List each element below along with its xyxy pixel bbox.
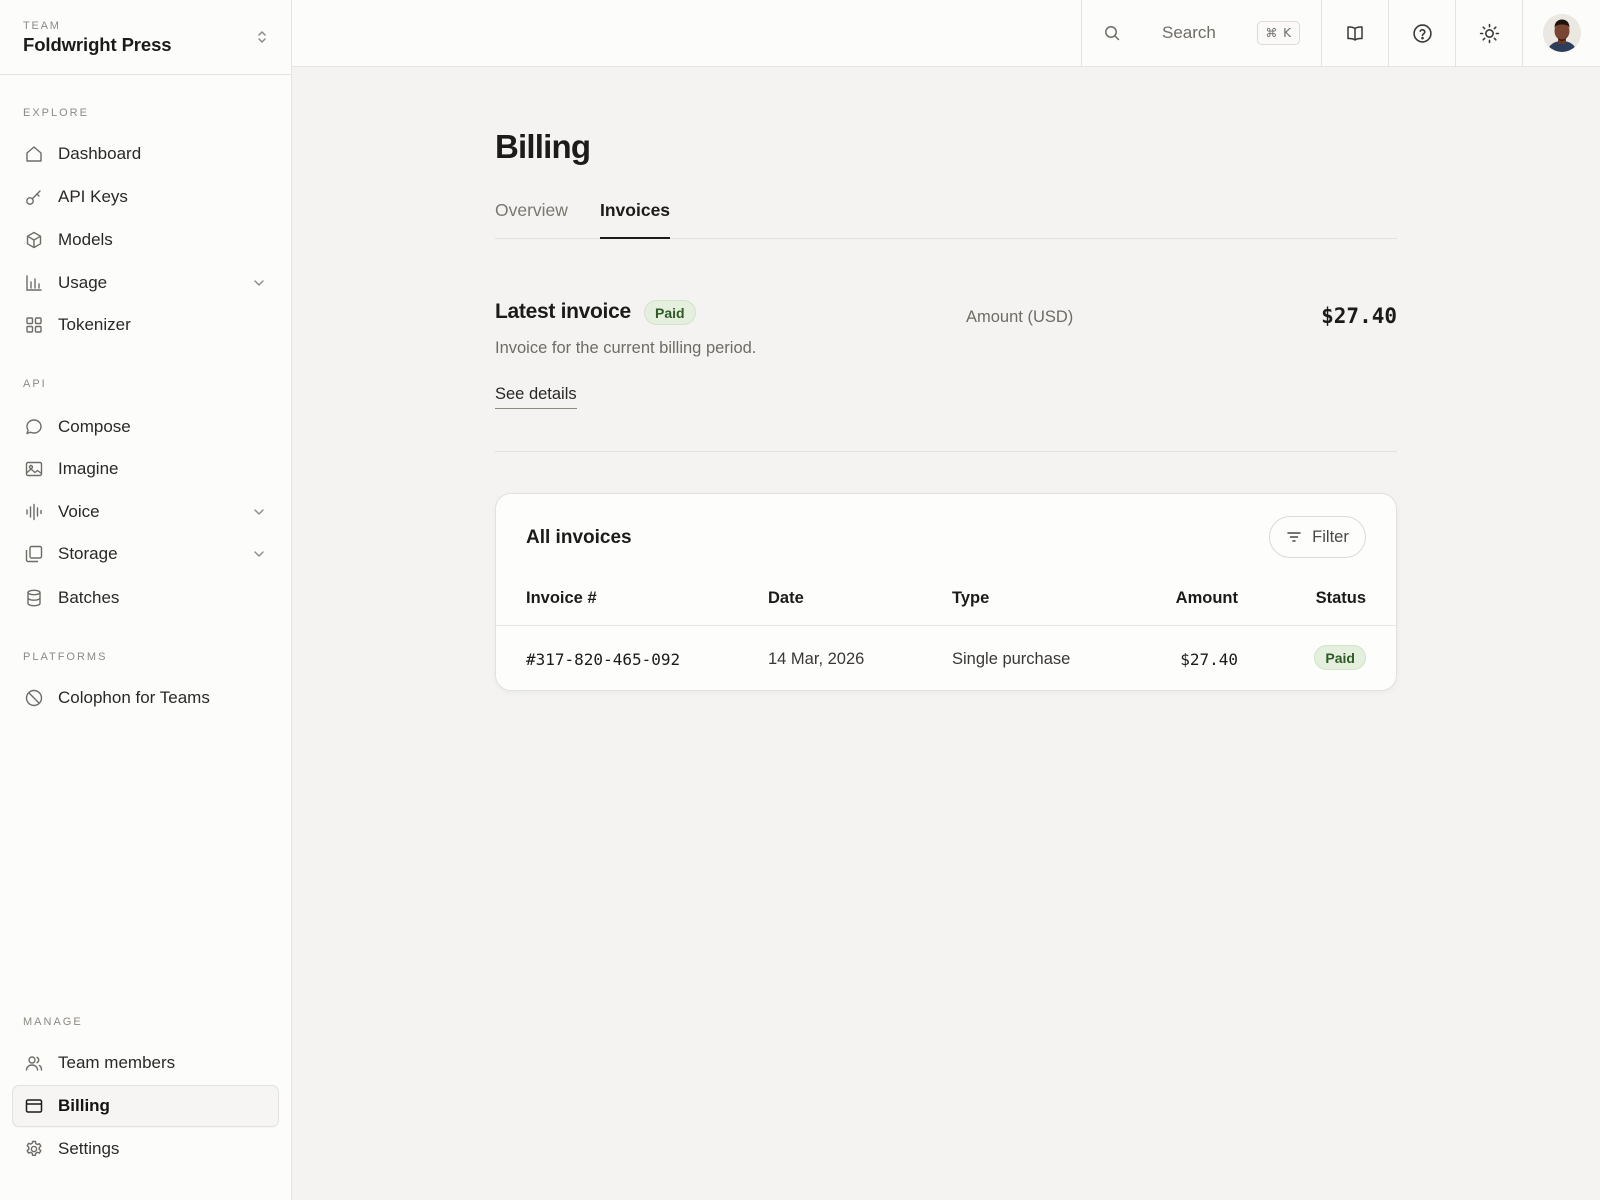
- sidebar-item-label: Usage: [58, 273, 108, 292]
- sidebar-item-tokenizer[interactable]: Tokenizer: [12, 304, 279, 346]
- avatar: [1542, 14, 1581, 52]
- sidebar-item-dashboard[interactable]: Dashboard: [12, 133, 279, 175]
- sidebar-item-team-members[interactable]: Team members: [12, 1042, 279, 1084]
- sidebar-item-label: API Keys: [58, 187, 128, 206]
- table-header-separator: [496, 625, 1396, 626]
- status-badge: Paid: [1314, 645, 1366, 670]
- sidebar-item-label: Imagine: [58, 459, 119, 478]
- invoices-card-title: All invoices: [526, 527, 632, 548]
- prohibited-circle-icon: [24, 688, 44, 708]
- sidebar-item-label: Colophon for Teams: [58, 688, 210, 707]
- grid-icon: [24, 315, 44, 335]
- sidebar-item-usage[interactable]: Usage: [12, 262, 279, 304]
- sidebar-item-label: Batches: [58, 588, 120, 607]
- sidebar-item-label: Compose: [58, 417, 131, 436]
- users-icon: [24, 1053, 44, 1073]
- waveform-icon: [24, 502, 44, 522]
- search-placeholder: Search: [1162, 23, 1216, 42]
- latest-invoice-title: Latest invoice: [495, 300, 631, 323]
- sidebar-item-label: Settings: [58, 1139, 120, 1158]
- chevron-up-down-icon: [255, 29, 269, 45]
- chat-bubble-icon: [24, 417, 44, 437]
- filter-button[interactable]: Filter: [1269, 516, 1366, 558]
- sidebar-item-settings[interactable]: Settings: [12, 1128, 279, 1170]
- user-menu-button[interactable]: [1522, 0, 1600, 66]
- sidebar-item-billing[interactable]: Billing: [12, 1085, 279, 1127]
- page-title: Billing: [495, 128, 591, 165]
- sidebar-item-imagine[interactable]: Imagine: [12, 448, 279, 490]
- gear-icon: [24, 1139, 44, 1159]
- section-divider: [495, 451, 1397, 452]
- chevron-down-icon: [252, 505, 266, 519]
- section-label-api: API: [23, 378, 47, 390]
- status-badge: Paid: [644, 300, 696, 325]
- column-header-type: Type: [952, 589, 990, 607]
- sidebar-item-compose[interactable]: Compose: [12, 406, 279, 448]
- sidebar-item-api-keys[interactable]: API Keys: [12, 176, 279, 218]
- chevron-down-icon: [252, 276, 266, 290]
- team-info: TEAM Foldwright Press: [23, 18, 172, 57]
- top-bar: Search ⌘ K: [292, 0, 1600, 67]
- sidebar: TEAM Foldwright Press EXPLORE Dashboard …: [0, 0, 292, 1200]
- sidebar-item-label: Team members: [58, 1053, 176, 1072]
- amount-value: $27.40: [1321, 304, 1397, 328]
- filter-icon: [1286, 529, 1302, 545]
- sidebar-item-colophon[interactable]: Colophon for Teams: [12, 677, 279, 719]
- copy-icon: [24, 544, 44, 564]
- tab-overview[interactable]: Overview: [495, 200, 568, 234]
- invoices-card: All invoices Filter Invoice # Date Type …: [495, 493, 1397, 691]
- amount-label: Amount (USD): [966, 308, 1074, 326]
- filter-label: Filter: [1312, 527, 1349, 546]
- sun-icon: [1479, 23, 1500, 44]
- section-label-manage: MANAGE: [23, 1016, 83, 1028]
- sidebar-item-label: Storage: [58, 544, 118, 563]
- team-name: Foldwright Press: [23, 33, 172, 55]
- chevron-down-icon: [252, 547, 266, 561]
- image-icon: [24, 459, 44, 479]
- sidebar-item-voice[interactable]: Voice: [12, 491, 279, 533]
- section-label-platforms: PLATFORMS: [23, 651, 108, 663]
- section-label-explore: EXPLORE: [23, 107, 89, 119]
- help-button[interactable]: [1388, 0, 1455, 66]
- column-header-status: Status: [1315, 589, 1366, 607]
- sidebar-item-label: Dashboard: [58, 144, 142, 163]
- invoice-type-cell: Single purchase: [952, 650, 1071, 668]
- docs-button[interactable]: [1321, 0, 1388, 66]
- bar-chart-icon: [24, 273, 44, 293]
- invoice-number-cell: #317-820-465-092: [526, 650, 681, 669]
- theme-toggle-button[interactable]: [1455, 0, 1522, 66]
- team-caption: TEAM: [23, 19, 61, 32]
- sidebar-item-storage[interactable]: Storage: [12, 533, 279, 575]
- database-icon: [24, 588, 44, 608]
- sidebar-item-batches[interactable]: Batches: [12, 577, 279, 619]
- question-circle-icon: [1412, 23, 1433, 44]
- column-header-invoice-number: Invoice #: [526, 589, 597, 607]
- team-switcher[interactable]: TEAM Foldwright Press: [0, 0, 291, 75]
- key-icon: [24, 187, 44, 207]
- tab-invoices[interactable]: Invoices: [600, 200, 671, 239]
- see-details-link[interactable]: See details: [495, 385, 577, 409]
- sidebar-item-label: Models: [58, 230, 113, 249]
- column-header-date: Date: [768, 589, 804, 607]
- home-icon: [24, 144, 44, 164]
- sidebar-item-label: Billing: [58, 1096, 110, 1115]
- cube-icon: [24, 230, 44, 250]
- column-header-amount: Amount: [1175, 589, 1238, 607]
- credit-card-icon: [24, 1096, 44, 1116]
- search-shortcut-hint: ⌘ K: [1257, 21, 1300, 45]
- search-icon: [1103, 24, 1121, 42]
- sidebar-item-label: Voice: [58, 502, 100, 521]
- book-icon: [1345, 23, 1365, 43]
- latest-invoice-description: Invoice for the current billing period.: [495, 339, 757, 357]
- sidebar-item-models[interactable]: Models: [12, 219, 279, 261]
- tab-bar: Overview Invoices: [495, 200, 1397, 239]
- invoice-amount-cell: $27.40: [1180, 650, 1238, 669]
- sidebar-item-label: Tokenizer: [58, 315, 131, 334]
- invoice-date-cell: 14 Mar, 2026: [768, 650, 865, 668]
- search-box[interactable]: Search ⌘ K: [1081, 0, 1321, 66]
